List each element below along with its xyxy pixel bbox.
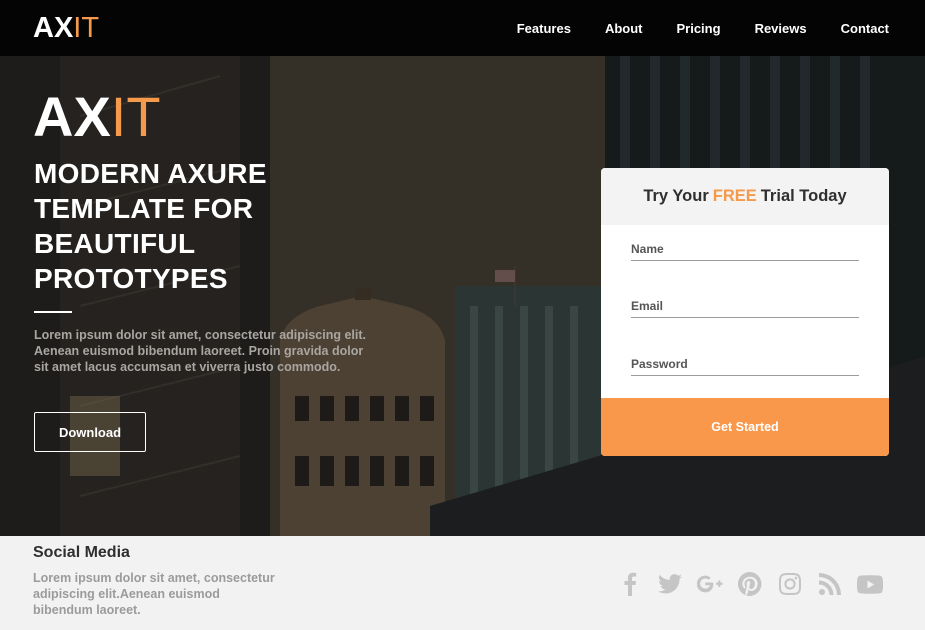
password-field[interactable] <box>631 357 859 376</box>
top-nav: AXIT Features About Pricing Reviews Cont… <box>0 0 925 56</box>
get-started-button[interactable]: Get Started <box>601 398 889 456</box>
hero-logo-part-2: IT <box>110 85 161 148</box>
download-button[interactable]: Download <box>34 412 146 452</box>
trial-title-after: Trial Today <box>760 187 847 205</box>
instagram-icon[interactable] <box>777 571 803 597</box>
email-input[interactable] <box>631 299 859 313</box>
rss-icon[interactable] <box>817 571 843 597</box>
brand-logo[interactable]: AXIT <box>33 11 99 45</box>
trial-form-title: Try Your FREE Trial Today <box>601 168 889 225</box>
youtube-icon[interactable] <box>857 571 883 597</box>
nav-about[interactable]: About <box>605 21 643 36</box>
google-plus-icon[interactable] <box>697 571 723 597</box>
nav-reviews[interactable]: Reviews <box>755 21 807 36</box>
nav-contact[interactable]: Contact <box>841 21 889 36</box>
trial-title-before: Try Your <box>643 187 709 205</box>
nav-features[interactable]: Features <box>517 21 571 36</box>
hero-logo-part-1: AX <box>33 85 111 148</box>
social-icons <box>617 571 883 597</box>
logo-part-2: IT <box>73 12 100 44</box>
social-media-footer: Social Media Lorem ipsum dolor sit amet,… <box>0 536 925 630</box>
facebook-icon[interactable] <box>617 571 643 597</box>
logo-part-1: AX <box>33 12 74 44</box>
hero-headline: MODERN AXURE TEMPLATE FOR BEAUTIFUL PROT… <box>34 158 267 294</box>
footer-title: Social Media <box>33 544 130 561</box>
nav-pricing[interactable]: Pricing <box>676 21 720 36</box>
trial-title-free: FREE <box>712 187 757 205</box>
email-field[interactable] <box>631 299 859 318</box>
headline-divider <box>34 311 72 313</box>
name-input[interactable] <box>631 242 859 256</box>
trial-form-card: Try Your FREE Trial Today Get Started <box>601 168 889 456</box>
twitter-icon[interactable] <box>657 571 683 597</box>
hero-logo: AXIT <box>33 86 161 148</box>
pinterest-icon[interactable] <box>737 571 763 597</box>
footer-description: Lorem ipsum dolor sit amet, consectetur … <box>33 571 275 617</box>
nav-links: Features About Pricing Reviews Contact <box>517 0 889 56</box>
hero-description: Lorem ipsum dolor sit amet, consectetur … <box>34 328 367 374</box>
password-input[interactable] <box>631 357 859 371</box>
name-field[interactable] <box>631 242 859 261</box>
